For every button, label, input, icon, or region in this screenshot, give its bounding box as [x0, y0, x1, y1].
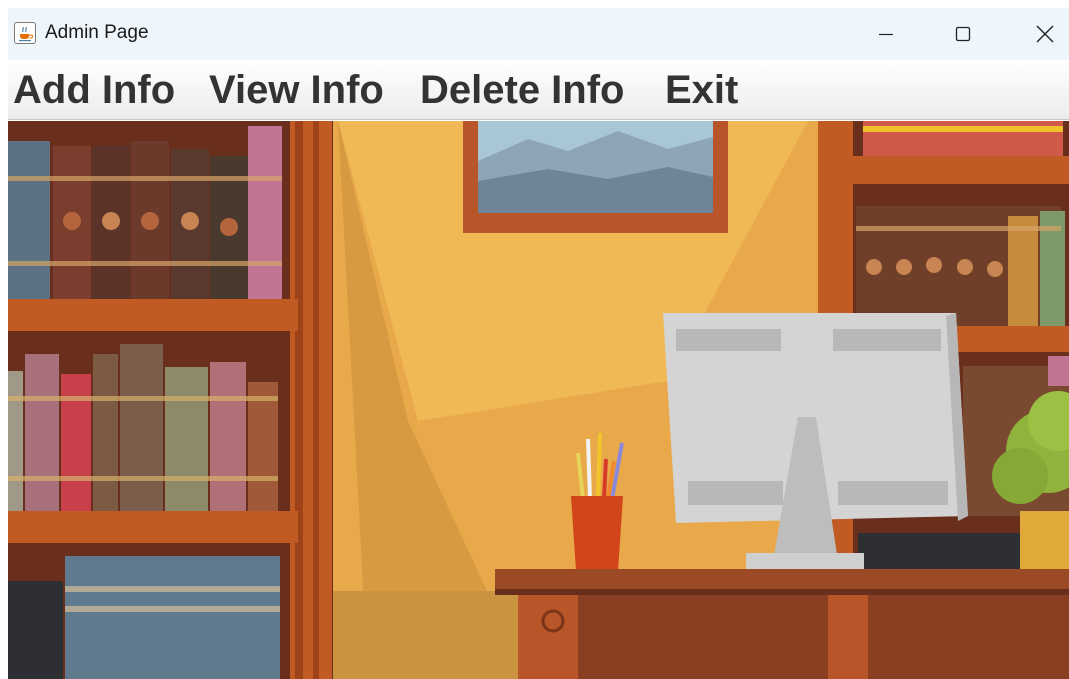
- minimize-icon: [879, 33, 893, 36]
- library-background-image: [8, 121, 1069, 679]
- desk: [495, 569, 1069, 679]
- menu-add-info[interactable]: Add Info: [13, 68, 175, 113]
- close-button[interactable]: [1015, 8, 1069, 60]
- left-bookshelf: [8, 121, 333, 679]
- window-title: Admin Page: [45, 22, 149, 43]
- minimize-button[interactable]: [856, 8, 916, 60]
- java-coffee-icon: [14, 22, 36, 44]
- menu-exit[interactable]: Exit: [665, 68, 738, 113]
- maximize-icon: [955, 26, 971, 42]
- maximize-button[interactable]: [933, 8, 993, 60]
- close-icon: [1036, 25, 1054, 43]
- menu-view-info[interactable]: View Info: [209, 68, 384, 113]
- title-bar[interactable]: Admin Page: [8, 8, 1069, 60]
- admin-window: Admin Page Add Info View Info Delete Inf…: [0, 0, 1069, 679]
- menu-delete-info[interactable]: Delete Info: [420, 68, 624, 113]
- menu-bar: Add Info View Info Delete Info Exit: [8, 60, 1069, 120]
- window-painting: [463, 121, 728, 233]
